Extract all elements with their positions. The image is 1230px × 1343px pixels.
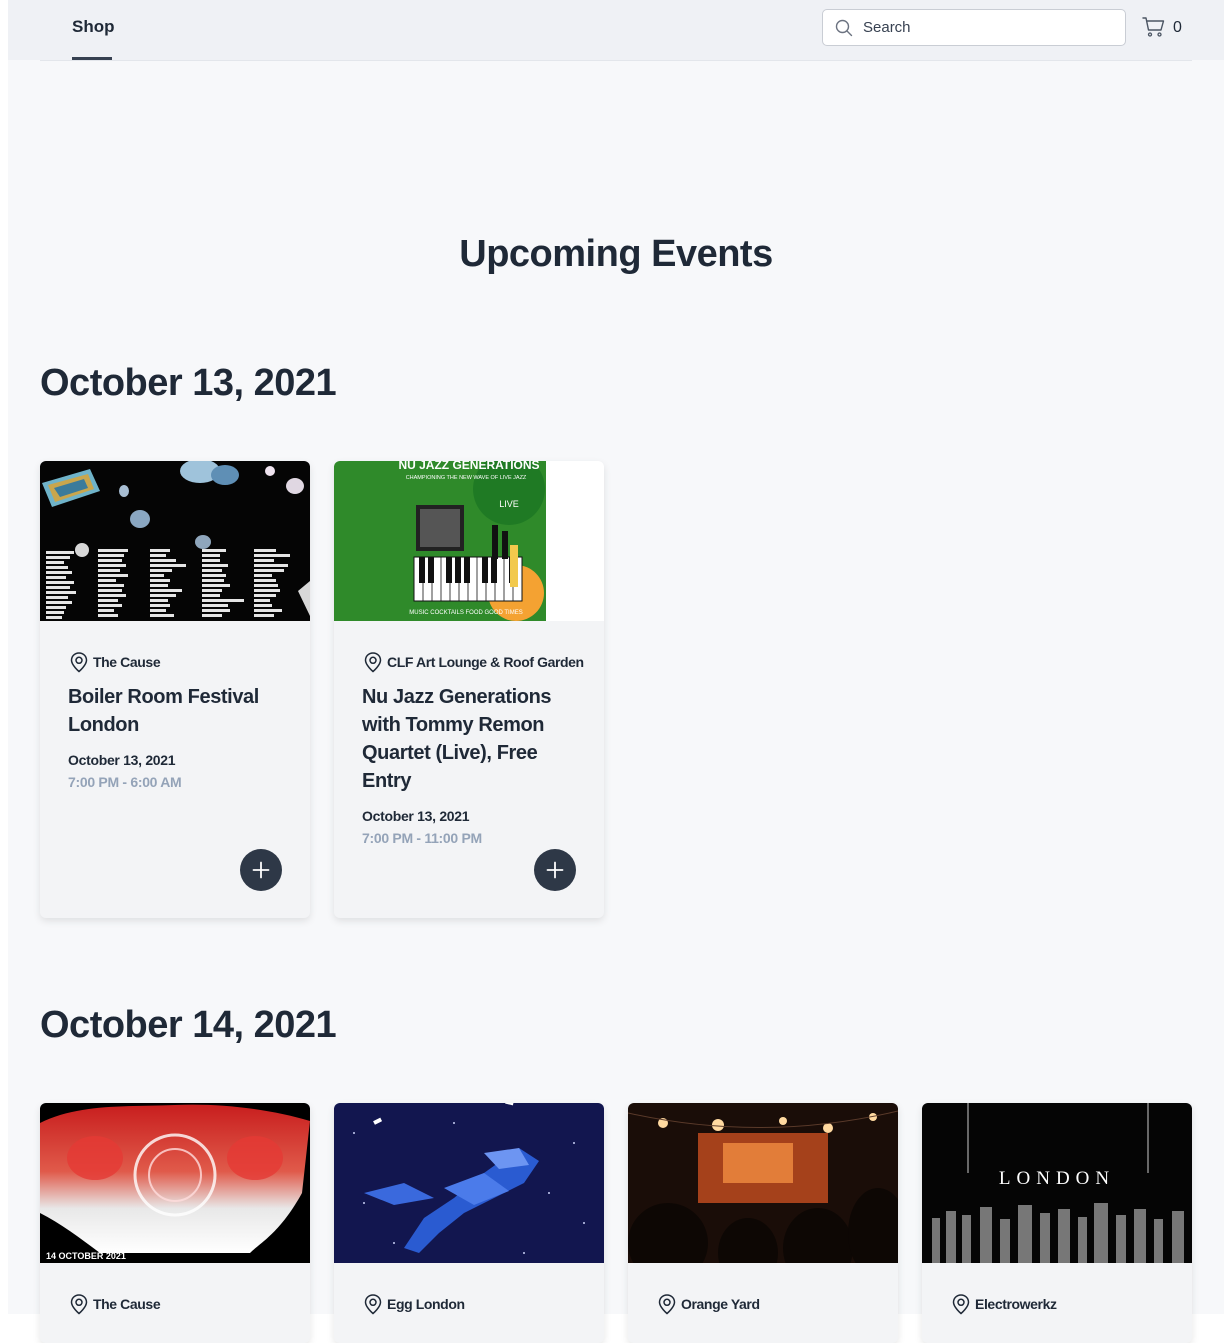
poster-live-label: LIVE xyxy=(499,499,519,509)
image-caption: 14 OCTOBER 2021 xyxy=(46,1251,126,1261)
plus-icon xyxy=(546,861,564,879)
cart-count: 0 xyxy=(1173,19,1182,36)
event-venue[interactable]: Egg London xyxy=(362,1293,465,1315)
event-poster-graphic xyxy=(40,461,310,621)
event-venue[interactable]: CLF Art Lounge & Roof Garden xyxy=(362,651,584,673)
event-image[interactable]: LONDON xyxy=(922,1103,1192,1263)
cart-button[interactable]: 0 xyxy=(1142,15,1202,43)
event-card[interactable]: 14 OCTOBER 2021 The Cause xyxy=(40,1103,310,1343)
map-pin-icon xyxy=(364,652,382,673)
venue-name: Orange Yard xyxy=(681,1296,760,1312)
map-pin-icon xyxy=(658,1294,676,1315)
event-card[interactable]: LONDON Electrowerkz xyxy=(922,1103,1192,1343)
event-poster-graphic: LONDON xyxy=(922,1103,1192,1263)
event-title[interactable]: Nu Jazz Generations with Tommy Remon Qua… xyxy=(362,683,572,795)
search-box[interactable] xyxy=(822,9,1126,46)
event-venue[interactable]: Orange Yard xyxy=(656,1293,760,1315)
poster-subtitle: CHAMPIONING THE NEW WAVE OF LIVE JAZZ xyxy=(406,475,527,481)
page: Shop 0 Upcoming Events October 13, 2021 xyxy=(8,0,1224,1343)
event-venue[interactable]: The Cause xyxy=(68,651,161,673)
event-card[interactable]: Egg London xyxy=(334,1103,604,1343)
venue-name: Electrowerkz xyxy=(975,1296,1057,1312)
event-card[interactable]: NU JAZZ GENERATIONS CHAMPIONING THE NEW … xyxy=(334,461,604,918)
day-heading: October 13, 2021 xyxy=(40,362,337,404)
event-venue[interactable]: The Cause xyxy=(68,1293,161,1315)
search-icon xyxy=(835,19,853,37)
search-input[interactable] xyxy=(863,10,1118,45)
add-to-cart-button[interactable] xyxy=(240,849,282,891)
venue-name: The Cause xyxy=(93,1296,161,1312)
venue-name: Egg London xyxy=(387,1296,465,1312)
venue-name: CLF Art Lounge & Roof Garden xyxy=(387,654,584,670)
event-image[interactable] xyxy=(40,461,310,621)
map-pin-icon xyxy=(70,652,88,673)
shopping-cart-icon xyxy=(1142,17,1165,37)
event-image[interactable]: 14 OCTOBER 2021 xyxy=(40,1103,310,1263)
event-time: 7:00 PM - 11:00 PM xyxy=(362,830,482,846)
map-pin-icon xyxy=(364,1294,382,1315)
image-caption: LONDON xyxy=(999,1168,1115,1189)
event-poster-graphic xyxy=(628,1103,898,1263)
poster-title: NU JAZZ GENERATIONS xyxy=(398,461,539,472)
event-venue[interactable]: Electrowerkz xyxy=(950,1293,1057,1315)
event-title[interactable]: Boiler Room Festival London xyxy=(68,683,278,739)
event-image[interactable]: NU JAZZ GENERATIONS CHAMPIONING THE NEW … xyxy=(334,461,604,621)
page-title: Upcoming Events xyxy=(459,233,773,275)
venue-name: The Cause xyxy=(93,654,161,670)
nav-tab-label: Shop xyxy=(72,17,115,36)
event-card[interactable]: Orange Yard xyxy=(628,1103,898,1343)
top-nav-bar: Shop 0 xyxy=(8,0,1224,60)
nav-tab-shop[interactable]: Shop xyxy=(72,0,115,60)
event-date: October 13, 2021 xyxy=(68,752,176,768)
header-divider xyxy=(40,60,1192,61)
event-poster-graphic xyxy=(334,1103,604,1263)
event-date: October 13, 2021 xyxy=(362,808,470,824)
plus-icon xyxy=(252,861,270,879)
event-time: 7:00 PM - 6:00 AM xyxy=(68,774,182,790)
event-card[interactable]: The Cause Boiler Room Festival London Oc… xyxy=(40,461,310,918)
map-pin-icon xyxy=(952,1294,970,1315)
event-image[interactable] xyxy=(628,1103,898,1263)
event-image[interactable] xyxy=(334,1103,604,1263)
event-poster-graphic: 14 OCTOBER 2021 xyxy=(40,1103,310,1263)
event-poster-graphic: NU JAZZ GENERATIONS CHAMPIONING THE NEW … xyxy=(334,461,604,621)
map-pin-icon xyxy=(70,1294,88,1315)
poster-footer: MUSIC COCKTAILS FOOD GOOD TIMES xyxy=(409,610,522,616)
add-to-cart-button[interactable] xyxy=(534,849,576,891)
day-heading: October 14, 2021 xyxy=(40,1004,337,1046)
